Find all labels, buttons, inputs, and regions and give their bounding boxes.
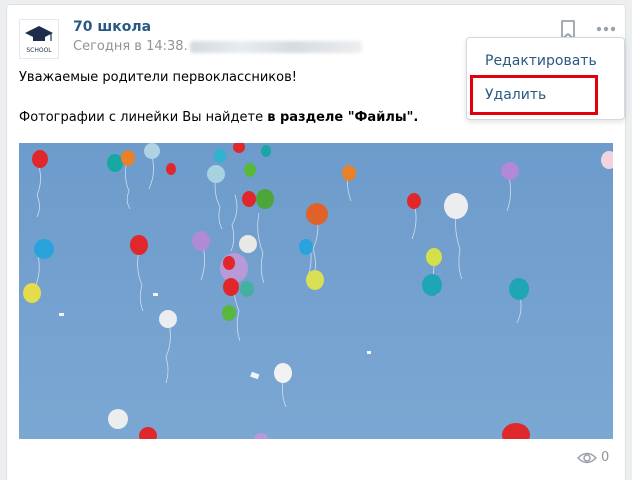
blurred-info <box>189 40 362 53</box>
post-date-suffix: . <box>183 39 188 54</box>
delete-highlight-box <box>470 75 598 115</box>
views-counter: 0 <box>576 450 610 465</box>
files-section-link[interactable]: в разделе "Файлы". <box>267 110 418 125</box>
author-name[interactable]: 70 школа <box>73 19 151 35</box>
group-avatar[interactable]: SCHOOL <box>19 19 59 59</box>
menu-item-edit[interactable]: Редактировать <box>485 53 597 69</box>
views-count: 0 <box>601 450 610 465</box>
post-text-plain: Фотографии с линейки Вы найдете <box>19 110 268 125</box>
avatar-text: SCHOOL <box>26 47 52 54</box>
post-date-text: Сегодня в 14:38 <box>73 39 184 54</box>
school-logo: SCHOOL <box>25 26 53 54</box>
more-icon[interactable] <box>595 22 617 36</box>
eye-icon <box>576 452 598 463</box>
post-photo[interactable] <box>19 143 613 439</box>
post-date[interactable]: Сегодня в 14:38. <box>73 39 362 54</box>
